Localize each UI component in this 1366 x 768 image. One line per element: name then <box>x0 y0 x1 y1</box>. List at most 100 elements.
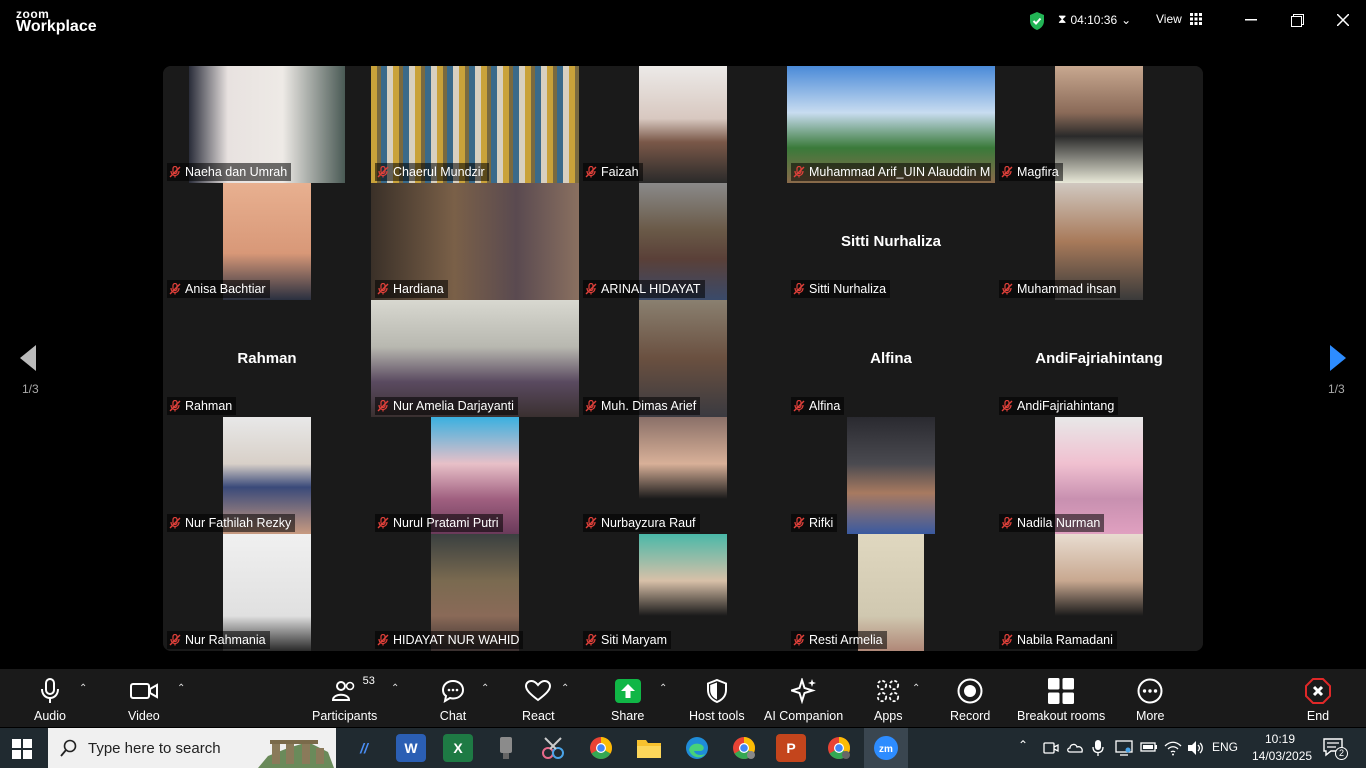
participant-name-label: Anisa Bachtiar <box>167 280 270 298</box>
participant-name: ARINAL HIDAYAT <box>601 282 701 296</box>
windows-start-icon[interactable] <box>12 739 32 759</box>
chat-button[interactable]: Chat <box>439 677 467 723</box>
meeting-timer[interactable]: ⧗ 04:10:36 ⌄ <box>1058 12 1131 27</box>
participant-tile[interactable]: Nadila Nurman <box>995 417 1203 534</box>
apps-options-chevron-icon[interactable]: ⌃ <box>912 683 920 694</box>
participant-tile[interactable]: ARINAL HIDAYAT <box>579 183 787 300</box>
more-button[interactable]: More <box>1136 677 1164 723</box>
participant-tile[interactable]: Nabila Ramadani <box>995 534 1203 651</box>
snipping-tool-icon[interactable] <box>538 734 568 762</box>
notifications-button[interactable]: 2 <box>1322 737 1348 760</box>
participant-tile[interactable]: Chaerul Mundzir <box>371 66 579 183</box>
zoom-taskbar-icon[interactable]: zm <box>864 728 908 768</box>
page-indicator-right: 1/3 <box>1328 382 1345 396</box>
next-page-arrow-icon[interactable] <box>1328 344 1348 372</box>
muted-microphone-icon <box>169 400 181 412</box>
participant-name-label: Chaerul Mundzir <box>375 163 489 181</box>
minimize-button[interactable] <box>1236 8 1266 32</box>
restore-button[interactable] <box>1282 8 1312 32</box>
excel-icon[interactable]: X <box>443 734 473 762</box>
participant-tile[interactable]: Muhammad ihsan <box>995 183 1203 300</box>
participant-tile[interactable]: HIDAYAT NUR WAHID <box>371 534 579 651</box>
taskbar-app-icon-slash[interactable]: // <box>349 734 379 762</box>
participants-options-chevron-icon[interactable]: ⌃ <box>391 683 399 694</box>
display-tray-icon[interactable] <box>1115 740 1133 756</box>
previous-page-arrow-icon[interactable] <box>18 344 38 372</box>
show-hidden-icons-chevron-icon[interactable]: ⌃ <box>1018 738 1028 752</box>
powerpoint-icon[interactable]: P <box>776 734 806 762</box>
participant-tile[interactable]: Resti Armelia <box>787 534 995 651</box>
participant-tile[interactable]: Muhammad Arif_UIN Alauddin M... <box>787 66 995 183</box>
participant-video <box>1055 66 1143 183</box>
participant-name: Rifki <box>809 516 834 530</box>
apps-icon <box>874 677 902 705</box>
chrome-icon[interactable] <box>586 734 616 762</box>
wifi-icon[interactable] <box>1164 740 1182 756</box>
muted-microphone-icon <box>585 283 597 295</box>
participant-tile[interactable]: Alfina Alfina <box>787 300 995 417</box>
volume-icon[interactable] <box>1187 740 1205 756</box>
participant-name-label: Siti Maryam <box>583 631 671 649</box>
participant-tile[interactable]: Naeha dan Umrah <box>163 66 371 183</box>
file-explorer-icon[interactable] <box>634 734 664 762</box>
participant-tile[interactable]: Rahman Rahman <box>163 300 371 417</box>
microphone-tray-icon[interactable] <box>1092 739 1104 757</box>
minimize-icon <box>1245 19 1257 21</box>
participant-tile[interactable]: Hardiana <box>371 183 579 300</box>
participant-tile[interactable]: Anisa Bachtiar <box>163 183 371 300</box>
word-icon[interactable]: W <box>396 734 426 762</box>
presentation-tool-icon[interactable] <box>491 734 521 762</box>
participant-tile[interactable]: Nur Amelia Darjayanti <box>371 300 579 417</box>
video-camera-icon <box>129 677 158 705</box>
record-button[interactable]: Record <box>950 677 990 723</box>
end-meeting-button[interactable]: End <box>1304 677 1332 723</box>
close-button[interactable] <box>1328 8 1358 32</box>
language-indicator[interactable]: ENG <box>1212 740 1238 754</box>
taskbar-search-box[interactable]: Type here to search <box>48 728 336 768</box>
chrome-second-profile-icon[interactable] <box>824 734 854 762</box>
heart-icon <box>524 677 552 705</box>
participant-name-label: Nur Amelia Darjayanti <box>375 397 518 415</box>
participant-tile[interactable]: Nur Rahmania <box>163 534 371 651</box>
share-options-chevron-icon[interactable]: ⌃ <box>659 683 667 694</box>
end-label: End <box>1306 709 1330 723</box>
chat-options-chevron-icon[interactable]: ⌃ <box>481 683 489 694</box>
audio-button[interactable]: Audio <box>34 677 66 723</box>
video-button[interactable]: Video <box>128 677 160 723</box>
participant-tile[interactable]: Nurbayzura Rauf <box>579 417 787 534</box>
apps-button[interactable]: Apps <box>874 677 903 723</box>
participant-tile[interactable]: Siti Maryam <box>579 534 787 651</box>
participant-tile[interactable]: Nur Fathilah Rezky <box>163 417 371 534</box>
battery-icon[interactable] <box>1140 741 1158 753</box>
participant-name: Nur Amelia Darjayanti <box>393 399 514 413</box>
meet-now-icon[interactable] <box>1043 740 1059 756</box>
breakout-rooms-button[interactable]: Breakout rooms <box>1017 677 1105 723</box>
muted-microphone-icon <box>1001 166 1013 178</box>
react-button[interactable]: React <box>522 677 555 723</box>
ai-companion-button[interactable]: AI Companion <box>764 677 843 723</box>
security-shield-icon[interactable] <box>1028 11 1046 31</box>
react-options-chevron-icon[interactable]: ⌃ <box>561 683 569 694</box>
video-options-chevron-icon[interactable]: ⌃ <box>177 683 185 694</box>
host-tools-button[interactable]: Host tools <box>689 677 745 723</box>
participant-name-label: ARINAL HIDAYAT <box>583 280 705 298</box>
edge-icon[interactable] <box>682 734 712 762</box>
participants-icon: 53 <box>331 675 375 705</box>
participant-tile[interactable]: Faizah <box>579 66 787 183</box>
participant-tile[interactable]: Sitti Nurhaliza Sitti Nurhaliza <box>787 183 995 300</box>
participant-tile[interactable]: AndiFajriahintang AndiFajriahintang <box>995 300 1203 417</box>
participant-tile[interactable]: Magfira <box>995 66 1203 183</box>
share-button[interactable]: Share <box>611 677 644 723</box>
participants-button[interactable]: 53 Participants <box>312 675 377 723</box>
system-clock[interactable]: 10:19 14/03/2025 <box>1252 731 1312 765</box>
audio-options-chevron-icon[interactable]: ⌃ <box>79 683 87 694</box>
participant-tile[interactable]: Rifki <box>787 417 995 534</box>
participant-tile[interactable]: Muh. Dimas Arief <box>579 300 787 417</box>
onedrive-cloud-icon[interactable] <box>1066 740 1084 754</box>
chrome-profile-icon[interactable] <box>729 734 759 762</box>
notifications-count: 2 <box>1335 747 1348 760</box>
participant-name: Resti Armelia <box>809 633 883 647</box>
participant-name: Muhammad ihsan <box>1017 282 1117 296</box>
view-button[interactable]: View <box>1156 12 1202 26</box>
participant-tile[interactable]: Nurul Pratami Putri <box>371 417 579 534</box>
